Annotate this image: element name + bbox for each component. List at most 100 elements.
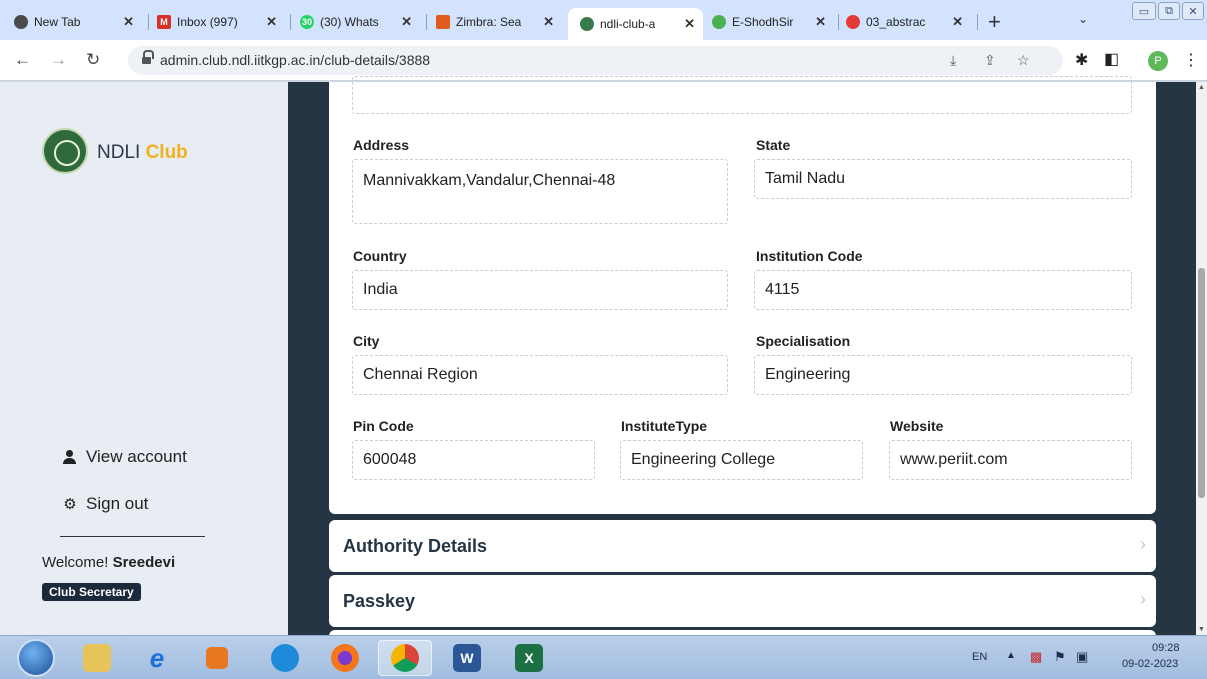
clock-date[interactable]: 09-02-2023 bbox=[1122, 658, 1178, 670]
close-icon[interactable]: ✕ bbox=[401, 14, 412, 30]
taskbar-firefox[interactable] bbox=[318, 640, 372, 676]
close-icon[interactable]: ✕ bbox=[543, 14, 554, 30]
address-label: Address bbox=[353, 137, 410, 153]
tab-new-tab[interactable]: New Tab ✕ bbox=[14, 8, 142, 36]
state-field[interactable]: Tamil Nadu bbox=[754, 159, 1132, 199]
authority-details-title: Authority Details bbox=[343, 536, 488, 556]
profile-avatar[interactable]: P bbox=[1148, 51, 1168, 71]
sign-out-link[interactable]: ⚙ Sign out bbox=[62, 494, 148, 514]
minimize-icon[interactable]: ▭ bbox=[1132, 2, 1156, 20]
taskbar-word[interactable]: W bbox=[440, 640, 494, 676]
role-badge: Club Secretary bbox=[42, 583, 141, 601]
kebab-menu-icon[interactable]: ⋮ bbox=[1183, 50, 1199, 70]
chevron-right-icon: › bbox=[1140, 534, 1146, 554]
tab-zimbra[interactable]: Zimbra: Sea ✕ bbox=[436, 8, 562, 36]
tab-eshodh[interactable]: E-ShodhSir ✕ bbox=[712, 8, 834, 36]
chevron-right-icon: › bbox=[1140, 589, 1146, 609]
pdf-icon bbox=[846, 15, 860, 29]
maximize-icon[interactable]: ⧉ bbox=[1158, 2, 1180, 20]
taskbar-edge[interactable] bbox=[258, 640, 312, 676]
previous-field-input[interactable] bbox=[352, 76, 1132, 114]
taskbar-excel[interactable]: X bbox=[502, 640, 556, 676]
reload-icon[interactable]: ↻ bbox=[86, 50, 100, 70]
authority-details-section[interactable]: Authority Details › bbox=[329, 520, 1156, 572]
url-text[interactable]: admin.club.ndl.iitkgp.ac.in/club-details… bbox=[160, 52, 430, 68]
bookmark-star-icon[interactable]: ☆ bbox=[1017, 52, 1030, 69]
taskbar-ie[interactable]: e bbox=[130, 640, 184, 676]
ndli-icon bbox=[580, 17, 594, 31]
chrome-icon bbox=[391, 644, 419, 672]
country-field[interactable]: India bbox=[352, 270, 728, 310]
tab-abstract[interactable]: 03_abstrac ✕ bbox=[846, 8, 971, 36]
media-player-icon bbox=[206, 647, 228, 669]
browser-toolbar: ← → ↻ admin.club.ndl.iitkgp.ac.in/club-d… bbox=[0, 40, 1207, 81]
whatsapp-icon: 30 bbox=[300, 15, 314, 29]
website-label: Website bbox=[890, 418, 944, 434]
tab-ndli-club-active[interactable]: ndli-club-a ✕ bbox=[568, 8, 703, 40]
passkey-section[interactable]: Passkey › bbox=[329, 575, 1156, 627]
window-close-icon[interactable]: ✕ bbox=[1182, 2, 1204, 20]
details-scroll-area: Address Mannivakkam,Vandalur,Chennai-48 … bbox=[329, 76, 1156, 638]
volume-icon[interactable]: ▣ bbox=[1076, 649, 1088, 665]
clock-time[interactable]: 09:28 bbox=[1152, 642, 1180, 654]
browser-tab-strip: New Tab ✕ M Inbox (997) ✕ 30 (30) Whats … bbox=[0, 0, 1207, 40]
share-icon[interactable]: ⇪ bbox=[984, 52, 996, 69]
close-icon[interactable]: ✕ bbox=[815, 14, 826, 30]
scroll-down-arrow-icon[interactable]: ▼ bbox=[1198, 626, 1205, 633]
gmail-icon: M bbox=[157, 15, 171, 29]
close-icon[interactable]: ✕ bbox=[123, 14, 134, 30]
close-icon[interactable]: ✕ bbox=[952, 14, 963, 30]
institution-code-field[interactable]: 4115 bbox=[754, 270, 1132, 310]
internet-explorer-icon: e bbox=[149, 642, 165, 673]
sidebar-divider bbox=[60, 536, 205, 537]
forward-arrow-icon[interactable]: → bbox=[50, 50, 67, 70]
welcome-text: Welcome! Sreedevi bbox=[42, 554, 176, 571]
tab-inbox[interactable]: M Inbox (997) ✕ bbox=[157, 8, 285, 36]
windows-taskbar: e W X EN ▲ ▩ ⚑ ▣ 09:28 09-02-2023 bbox=[0, 635, 1207, 679]
lock-icon bbox=[142, 50, 154, 65]
word-icon: W bbox=[453, 644, 481, 672]
tab-search-chevron-icon[interactable]: ⌄ bbox=[1078, 12, 1088, 26]
close-icon[interactable]: ✕ bbox=[266, 14, 277, 30]
scroll-up-arrow-icon[interactable]: ▲ bbox=[1198, 84, 1205, 91]
institute-type-field[interactable]: Engineering College bbox=[620, 440, 863, 480]
start-button[interactable] bbox=[17, 639, 55, 677]
close-icon[interactable]: ✕ bbox=[684, 16, 695, 32]
website-field[interactable]: www.periit.com bbox=[889, 440, 1132, 480]
passkey-title: Passkey bbox=[343, 591, 416, 611]
install-app-icon[interactable]: ⤓ bbox=[950, 52, 956, 69]
club-details-card: Address Mannivakkam,Vandalur,Chennai-48 … bbox=[329, 76, 1156, 514]
pin-code-field[interactable]: 600048 bbox=[352, 440, 595, 480]
user-icon bbox=[62, 450, 78, 464]
country-label: Country bbox=[353, 248, 407, 264]
excel-icon: X bbox=[515, 644, 543, 672]
specialisation-field[interactable]: Engineering bbox=[754, 355, 1132, 395]
scrollbar-thumb[interactable] bbox=[1198, 268, 1205, 498]
address-bar[interactable]: admin.club.ndl.iitkgp.ac.in/club-details… bbox=[128, 46, 1063, 75]
pin-code-label: Pin Code bbox=[353, 418, 414, 434]
institution-code-label: Institution Code bbox=[756, 248, 863, 264]
tray-expand-icon[interactable]: ▲ bbox=[1006, 650, 1016, 661]
brand-title: NDLI Club bbox=[97, 142, 188, 163]
specialisation-label: Specialisation bbox=[756, 333, 851, 349]
eshodh-icon bbox=[712, 15, 726, 29]
page-scrollbar[interactable]: ▲ ▼ bbox=[1196, 82, 1207, 635]
zimbra-icon bbox=[436, 15, 450, 29]
tab-whatsapp[interactable]: 30 (30) Whats ✕ bbox=[300, 8, 420, 36]
taskbar-explorer[interactable] bbox=[70, 640, 124, 676]
language-indicator[interactable]: EN bbox=[972, 651, 987, 663]
flag-icon[interactable]: ⚑ bbox=[1054, 649, 1066, 665]
taskbar-chrome[interactable] bbox=[378, 640, 432, 676]
city-field[interactable]: Chennai Region bbox=[352, 355, 728, 395]
network-icon[interactable]: ▩ bbox=[1030, 649, 1042, 665]
new-tab-plus-icon[interactable]: + bbox=[988, 9, 1001, 35]
taskbar-media[interactable] bbox=[190, 640, 244, 676]
ndli-logo bbox=[42, 128, 88, 174]
side-panel-icon[interactable]: ◧ bbox=[1104, 49, 1119, 69]
user-name: Sreedevi bbox=[112, 554, 176, 571]
extensions-puzzle-icon[interactable]: ✱ bbox=[1075, 50, 1088, 70]
address-field[interactable]: Mannivakkam,Vandalur,Chennai-48 bbox=[352, 159, 728, 224]
view-account-link[interactable]: View account bbox=[62, 447, 187, 467]
state-label: State bbox=[756, 137, 791, 153]
back-arrow-icon[interactable]: ← bbox=[14, 50, 31, 70]
